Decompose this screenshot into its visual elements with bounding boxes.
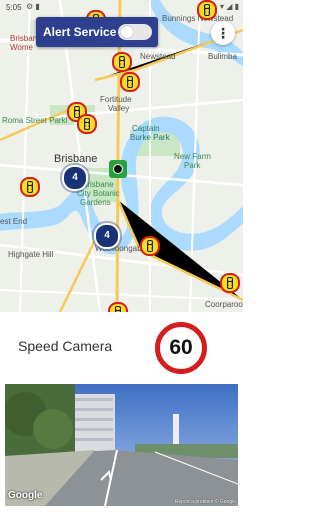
speed-camera-marker[interactable] bbox=[20, 177, 40, 197]
map-label-botanic-3: Gardens bbox=[80, 198, 111, 207]
map-label-brisbane: Brisbane bbox=[54, 153, 98, 165]
camera-cluster[interactable]: 4 bbox=[62, 165, 88, 191]
map-label-roma: Roma Street Parkl bbox=[2, 116, 68, 125]
speed-camera-marker[interactable] bbox=[112, 52, 132, 72]
map-label-park: Park bbox=[184, 161, 201, 170]
map-label-valley: Valley bbox=[108, 104, 130, 113]
status-time: 5:05 bbox=[6, 3, 22, 12]
report-problem-link[interactable]: Report a problem © Google bbox=[175, 499, 236, 505]
speed-camera-marker[interactable] bbox=[220, 273, 240, 293]
map-label-fortitude: Fortitude bbox=[100, 95, 132, 104]
map-label-botanic-2: City Botanic bbox=[77, 189, 120, 198]
more-vert-icon[interactable]: ⋮ bbox=[211, 21, 235, 45]
speed-camera-marker[interactable] bbox=[140, 236, 160, 256]
map-label-west-end: est End bbox=[0, 217, 28, 226]
map-label-new-farm: New Farm bbox=[174, 152, 211, 161]
speed-limit-value: 60 bbox=[169, 336, 193, 359]
speed-camera-marker[interactable] bbox=[120, 72, 140, 92]
bottom-strip bbox=[0, 506, 243, 512]
status-settings-icon: ⚙ ▮ bbox=[26, 2, 40, 11]
alert-service-bar: Alert Service bbox=[36, 17, 158, 47]
alert-service-toggle[interactable] bbox=[118, 24, 152, 40]
speed-camera-marker[interactable] bbox=[108, 302, 128, 312]
map-label-women-2: Wome bbox=[10, 43, 33, 52]
google-logo: Google bbox=[8, 490, 43, 501]
map-label-newstead: Newstead bbox=[140, 52, 176, 61]
map-label-coorparoo: Coorparoo bbox=[205, 300, 243, 309]
status-bar: 5:05 ⚙ ▮ ▾ ◢ ▮ bbox=[0, 0, 243, 14]
alert-service-label: Alert Service bbox=[43, 25, 117, 39]
camera-type-label: Speed Camera bbox=[18, 338, 113, 354]
map-label-burke: Burke Park bbox=[130, 133, 170, 142]
speed-camera-marker[interactable] bbox=[77, 114, 97, 134]
street-view-scene bbox=[5, 384, 238, 506]
toggle-knob bbox=[121, 26, 133, 38]
map-view[interactable]: Brisbane Wome Bunnings Newstead Newstead… bbox=[0, 0, 243, 312]
speed-limit-sign: 60 bbox=[155, 322, 207, 374]
street-view-image[interactable]: Google Report a problem © Google bbox=[5, 384, 238, 506]
map-label-highgate: Highgate Hill bbox=[8, 250, 54, 259]
status-signal-icon: ▾ ◢ ▮ bbox=[219, 2, 239, 11]
map-label-bulimba: Bulimba bbox=[208, 52, 237, 61]
camera-icon bbox=[113, 164, 123, 174]
map-label-captain: Captain bbox=[132, 124, 160, 133]
selected-camera-marker[interactable] bbox=[109, 160, 127, 178]
camera-cluster[interactable]: 4 bbox=[94, 223, 120, 249]
